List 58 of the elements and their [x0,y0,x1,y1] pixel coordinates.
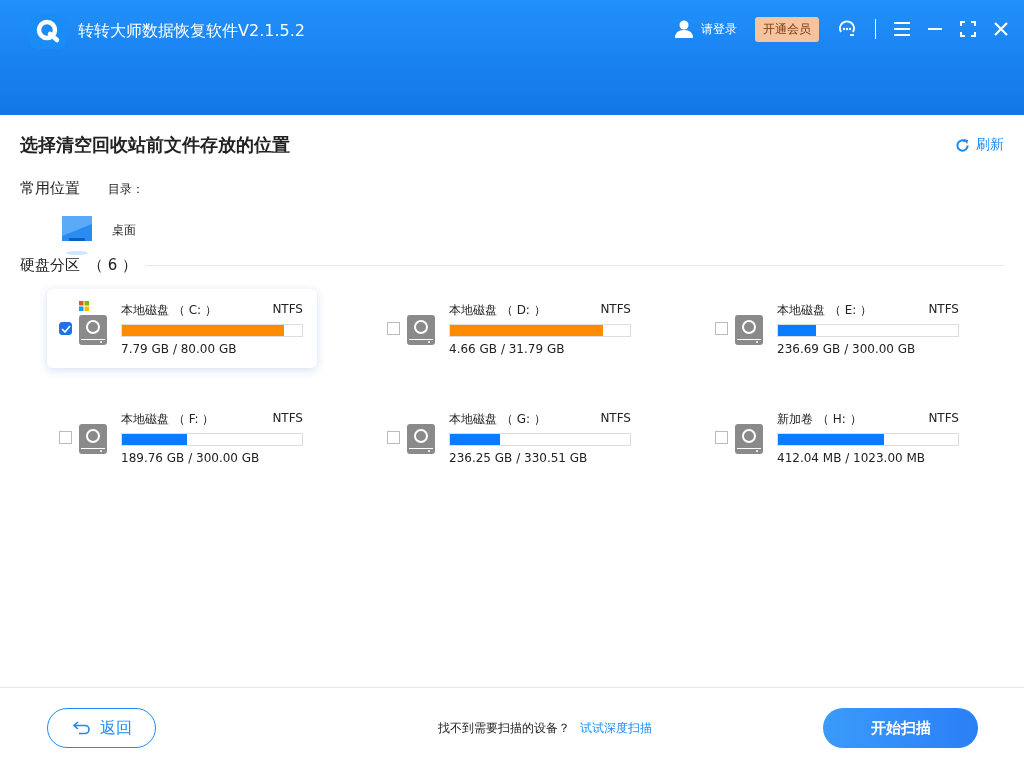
support-icon[interactable] [837,19,857,39]
refresh-button[interactable]: 刷新 [955,136,1004,154]
hard-drive-icon [79,314,107,345]
usage-text: 236.25 GB / 330.51 GB [449,450,589,465]
hard-drive-icon [407,423,435,454]
drive-card[interactable]: 本地磁盘 （ E: ） NTFS 236.69 GB / 300.00 GB [703,289,973,368]
section-label: 常用位置 [20,179,80,198]
usage-text: 236.69 GB / 300.00 GB [777,341,917,356]
monitor-icon [60,216,94,256]
checkbox[interactable] [59,322,72,335]
drive-name: 本地磁盘 （ D: ） [449,301,546,319]
partition-count: （ 6 ） [88,256,138,275]
file-system: NTFS [272,301,303,318]
refresh-icon [955,137,970,153]
hard-drive-icon [79,423,107,454]
checkbox[interactable] [387,431,400,444]
drive-name: 新加卷 （ H: ） [777,410,862,428]
usage-text: 4.66 GB / 31.79 GB [449,341,566,356]
close-icon[interactable] [994,22,1008,36]
page-heading: 选择清空回收站前文件存放的位置 [20,133,290,157]
hard-drive-icon [735,423,763,454]
window-title: 转转大师数据恢复软件V2.1.5.2 [78,20,305,42]
directory-label: 目录： [108,181,144,198]
return-arrow-icon [71,721,92,735]
drive-card[interactable]: 本地磁盘 （ C: ） NTFS 7.79 GB / 80.00 GB [47,289,317,368]
usage-text: 7.79 GB / 80.00 GB [121,341,238,356]
drive-name: 本地磁盘 （ G: ） [449,410,546,428]
deep-scan-link[interactable]: 试试深度扫描 [579,719,652,737]
back-button[interactable]: 返回 [47,708,156,748]
usage-text: 412.04 MB / 1023.00 MB [777,450,927,465]
checkbox[interactable] [715,322,728,335]
file-system: NTFS [600,301,631,318]
checkbox[interactable] [387,322,400,335]
section-label: 硬盘分区 [20,256,80,275]
app-logo-icon [30,13,66,49]
drive-name: 本地磁盘 （ E: ） [777,301,873,319]
hard-drive-icon [735,314,763,345]
drive-card[interactable]: 本地磁盘 （ F: ） NTFS 189.76 GB / 300.00 GB [47,398,317,477]
checkbox[interactable] [59,431,72,444]
location-item[interactable]: 桌面 [60,216,144,256]
minimize-icon[interactable] [928,28,942,30]
file-system: NTFS [928,301,959,318]
hard-drive-icon [407,314,435,345]
usage-text: 189.76 GB / 300.00 GB [121,450,261,465]
checkbox[interactable] [715,431,728,444]
drive-name: 本地磁盘 （ C: ） [121,301,217,319]
maximize-icon[interactable] [960,21,976,37]
file-system: NTFS [928,410,959,427]
menu-icon[interactable] [894,22,910,36]
user-icon [675,20,693,38]
drive-card[interactable]: 新加卷 （ H: ） NTFS 412.04 MB / 1023.00 MB [703,398,973,477]
drive-name: 本地磁盘 （ F: ） [121,410,215,428]
file-system: NTFS [600,410,631,427]
file-system: NTFS [272,410,303,427]
vip-button[interactable]: 开通会员 [755,16,819,42]
drive-card[interactable]: 本地磁盘 （ D: ） NTFS 4.66 GB / 31.79 GB [375,289,645,368]
drive-card[interactable]: 本地磁盘 （ G: ） NTFS 236.25 GB / 330.51 GB [375,398,645,477]
hint-text: 找不到需要扫描的设备？ [437,719,570,737]
